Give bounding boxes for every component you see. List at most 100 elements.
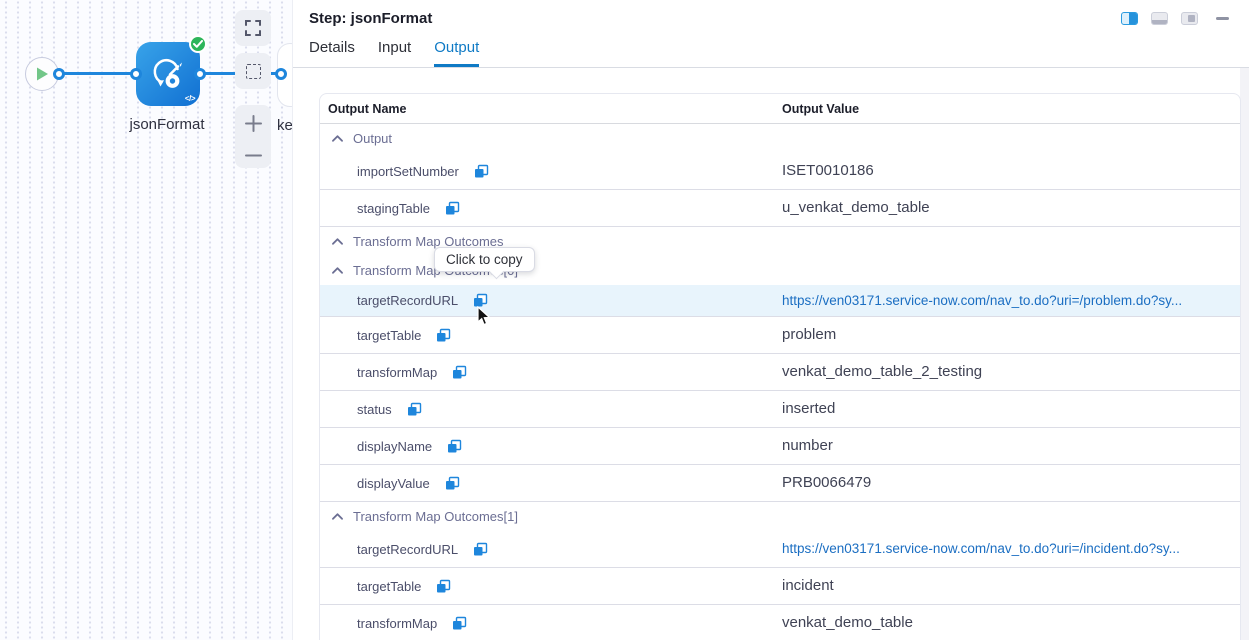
- panel-tabs: Details Input Output: [293, 31, 1249, 67]
- minimize-icon[interactable]: [1216, 17, 1229, 20]
- tab-details[interactable]: Details: [309, 39, 355, 67]
- output-value: problem: [782, 326, 836, 343]
- section-label: Output: [353, 131, 392, 146]
- output-name-cell: targetRecordURL: [320, 293, 782, 308]
- copy-icon[interactable]: [436, 579, 451, 594]
- output-value: u_venkat_demo_table: [782, 199, 930, 216]
- chevron-up-icon[interactable]: [332, 238, 343, 245]
- output-value[interactable]: https://ven03171.service-now.com/nav_to.…: [782, 293, 1182, 308]
- mouse-cursor: [477, 306, 492, 326]
- table-body: Output importSetNumber ISET0010186 stagi…: [320, 124, 1240, 640]
- copy-icon[interactable]: [474, 164, 489, 179]
- output-value-cell: incident: [782, 577, 1240, 595]
- output-value: ISET0010186: [782, 162, 874, 179]
- output-name-cell: transformMap: [320, 365, 782, 380]
- tab-input[interactable]: Input: [378, 39, 411, 67]
- column-header-output-name: Output Name: [320, 102, 782, 116]
- output-name: status: [357, 402, 392, 417]
- json-parse-icon: [150, 56, 186, 92]
- copy-icon[interactable]: [407, 402, 422, 417]
- zoom-out-icon[interactable]: [245, 153, 262, 158]
- step-detail-panel: Step: jsonFormat Details Input Output Ou…: [292, 0, 1249, 640]
- marquee-select-button[interactable]: [235, 53, 271, 89]
- copy-icon[interactable]: [447, 439, 462, 454]
- output-value-cell: PRB0066479: [782, 474, 1240, 492]
- panel-header: Step: jsonFormat: [293, 0, 1249, 31]
- copy-icon[interactable]: [436, 328, 451, 343]
- copy-icon[interactable]: [452, 616, 467, 631]
- output-name-cell: targetRecordURL: [320, 542, 782, 557]
- output-value-cell: https://ven03171.service-now.com/nav_to.…: [782, 292, 1240, 310]
- output-value-cell: problem: [782, 326, 1240, 344]
- output-name-cell: displayValue: [320, 476, 782, 491]
- column-header-output-value: Output Value: [782, 102, 859, 116]
- zoom-in-icon[interactable]: [245, 115, 262, 132]
- section-header[interactable]: Output: [320, 124, 1240, 153]
- output-table-card: Output Name Output Value Output importSe…: [319, 93, 1241, 640]
- copy-tooltip: Click to copy: [434, 247, 535, 272]
- output-value: incident: [782, 577, 834, 594]
- edge-connector[interactable]: [130, 68, 142, 80]
- table-row: targetTable incident: [320, 568, 1240, 605]
- edge-connector[interactable]: [53, 68, 65, 80]
- output-name: transformMap: [357, 616, 437, 631]
- edge-connector[interactable]: [194, 68, 206, 80]
- output-name-cell: importSetNumber: [320, 164, 782, 179]
- table-row: targetRecordURL https://ven03171.service…: [320, 531, 1240, 568]
- fit-screen-icon: [244, 19, 262, 37]
- output-name-cell: status: [320, 402, 782, 417]
- output-name-cell: targetTable: [320, 328, 782, 343]
- panel-layout-controls: [1121, 12, 1233, 25]
- edge-connector[interactable]: [275, 68, 287, 80]
- fit-to-screen-button[interactable]: [235, 10, 271, 46]
- output-name: targetTable: [357, 328, 421, 343]
- copy-icon[interactable]: [445, 476, 460, 491]
- copy-icon[interactable]: [445, 201, 460, 216]
- output-name-cell: displayName: [320, 439, 782, 454]
- table-row: displayValue PRB0066479: [320, 465, 1240, 502]
- copy-icon[interactable]: [452, 365, 467, 380]
- flow-designer-app: </> jsonFormat ke: [0, 0, 1249, 640]
- table-row: targetRecordURL https://ven03171.service…: [320, 285, 1240, 317]
- tooltip-text: Click to copy: [446, 252, 523, 267]
- success-check-icon: [189, 35, 207, 53]
- node-label: jsonFormat: [110, 116, 224, 133]
- output-value: PRB0066479: [782, 474, 871, 491]
- output-value-cell: u_venkat_demo_table: [782, 199, 1240, 217]
- layout-bottom-panel-icon[interactable]: [1151, 12, 1168, 25]
- scrollbar-gutter[interactable]: [1240, 68, 1249, 640]
- play-icon: [36, 67, 49, 81]
- output-name: targetRecordURL: [357, 293, 458, 308]
- section-header[interactable]: Transform Map Outcomes[1]: [320, 502, 1240, 531]
- output-name: stagingTable: [357, 201, 430, 216]
- output-value[interactable]: https://ven03171.service-now.com/nav_to.…: [782, 541, 1180, 556]
- tab-output[interactable]: Output: [434, 39, 479, 67]
- output-value: number: [782, 437, 833, 454]
- table-row: targetTable problem: [320, 317, 1240, 354]
- flow-node-jsonformat[interactable]: </>: [136, 42, 200, 106]
- layout-right-panel-icon[interactable]: [1181, 12, 1198, 25]
- chevron-up-icon[interactable]: [332, 135, 343, 142]
- output-name: displayValue: [357, 476, 430, 491]
- table-row: transformMap venkat_demo_table_2_testing: [320, 354, 1240, 391]
- flow-canvas[interactable]: </> jsonFormat ke: [0, 0, 292, 640]
- output-value-cell: venkat_demo_table: [782, 614, 1240, 632]
- zoom-controls: [235, 105, 271, 168]
- marquee-select-icon: [246, 64, 261, 79]
- output-name: targetRecordURL: [357, 542, 458, 557]
- table-row: displayName number: [320, 428, 1240, 465]
- output-name: displayName: [357, 439, 432, 454]
- output-tab-content: Output Name Output Value Output importSe…: [293, 68, 1249, 640]
- output-value-cell: https://ven03171.service-now.com/nav_to.…: [782, 540, 1240, 558]
- layout-split-right-icon[interactable]: [1121, 12, 1138, 25]
- table-row: stagingTable u_venkat_demo_table: [320, 190, 1240, 227]
- output-value-cell: number: [782, 437, 1240, 455]
- copy-icon[interactable]: [473, 542, 488, 557]
- chevron-up-icon[interactable]: [332, 513, 343, 520]
- chevron-up-icon[interactable]: [332, 267, 343, 274]
- table-row: importSetNumber ISET0010186: [320, 153, 1240, 190]
- table-header-row: Output Name Output Value: [320, 94, 1240, 124]
- output-value-cell: venkat_demo_table_2_testing: [782, 363, 1240, 381]
- code-icon: </>: [185, 94, 195, 103]
- output-name: targetTable: [357, 579, 421, 594]
